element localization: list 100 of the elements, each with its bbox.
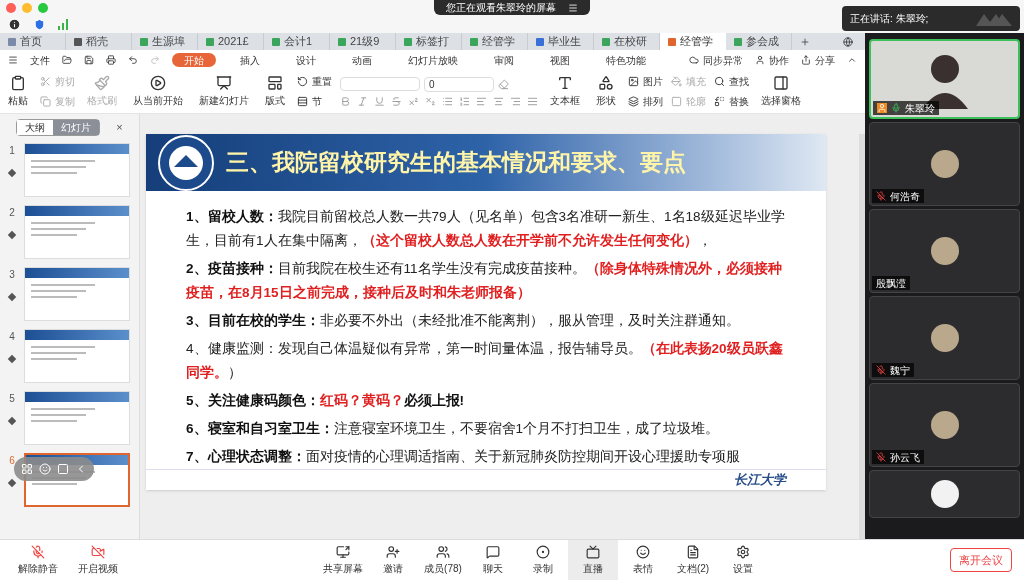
ribbon-icon [297,76,308,87]
slide-thumbnail[interactable] [24,205,130,259]
menu-action[interactable]: 同步异常 [689,52,743,68]
avatar [930,411,959,439]
open-icon[interactable] [62,55,72,65]
ribbon-button[interactable]: 排列 [628,94,663,109]
ribbon-button[interactable]: 粘贴 [4,75,32,108]
font-size-field[interactable]: 0 [424,76,494,92]
bold-icon[interactable] [340,95,351,107]
strikethrough-icon[interactable] [391,95,402,107]
eraser-icon[interactable] [498,78,509,90]
toolbar-icon [536,544,550,559]
menu-tab[interactable]: 审阅 [482,53,526,67]
ribbon-icon [671,96,682,107]
avatar [930,150,959,178]
menu-tab[interactable]: 动画 [340,53,384,67]
toolbar-button[interactable]: 录制 [518,540,568,580]
document-tab[interactable]: 经管学 [660,33,726,50]
toolbar-button[interactable]: 解除静音 [8,544,68,576]
print-icon[interactable] [106,55,116,65]
ribbon-button[interactable]: 图片 [628,74,663,89]
toolbar-button[interactable]: 直播 [568,540,618,580]
minimize-window-icon[interactable] [22,2,32,13]
menu-tab[interactable]: 视图 [538,53,582,67]
ribbon-button[interactable]: 从当前开始 [129,75,187,108]
slide-thumbnail[interactable] [24,329,130,383]
bullet-list-icon[interactable] [442,95,453,107]
speaking-text: 正在讲话: 朱翠玲; [850,12,929,26]
shield-icon[interactable] [33,17,46,31]
new-tab-icon[interactable] [800,36,810,47]
ribbon-button[interactable]: 替换 [714,94,749,109]
slide-text: 2、疫苗接种：目前我院在校生还有11名学生没有完成疫苗接种。（除身体特殊情况外，必须接种疫苗，在8月15日之前完成，接种后及时和朱老师报备） [186,260,783,303]
undo-icon[interactable] [128,55,138,65]
ribbon-button[interactable]: 形状 [592,75,620,108]
toolbar-button[interactable]: 开启视频 [68,544,128,576]
ribbon-button[interactable]: 查找 [714,74,749,89]
document-icon [140,37,148,46]
italic-icon[interactable] [357,95,368,107]
ribbon-button[interactable]: 文本框 [546,75,584,108]
align-center-icon[interactable] [493,95,504,107]
toolbar-button[interactable]: 文档(2) [668,540,718,580]
menu-tab[interactable]: 设计 [284,53,328,67]
save-icon[interactable] [84,55,94,65]
toolbar-button[interactable]: 共享屏幕 [318,540,368,580]
toolbar-button[interactable]: 邀请 [368,540,418,580]
close-window-icon[interactable] [6,2,16,13]
document-icon [536,37,544,46]
slide-number: 1 [9,144,15,158]
menu-tab[interactable]: 特色功能 [594,53,658,67]
banner-text: 您正在观看朱翠玲的屏幕 [446,1,556,15]
menu-icon[interactable] [8,55,18,65]
ribbon-icon [297,96,308,107]
ribbon-icon [773,75,789,91]
justify-icon[interactable] [527,95,538,107]
ribbon-button[interactable]: 重置 [297,74,332,89]
toolbar-button[interactable]: 设置 [718,540,768,580]
ribbon-icon [150,75,166,91]
toolbar-icon [686,544,700,559]
toolbar-button[interactable]: 聊天 [468,540,518,580]
participant-name: 殷飘滢 [876,276,906,291]
underline-icon[interactable] [374,95,385,107]
panel-tab[interactable]: 大纲 [17,120,54,135]
superscript-icon[interactable] [408,95,419,107]
slide-thumbnail[interactable] [24,267,130,321]
ribbon-button[interactable]: 新建幻灯片 [195,75,253,108]
maximize-window-icon[interactable] [38,2,48,13]
slide-text: 6、寝室和自习室卫生：注意寝室环境卫生，不要宿舍1个月不打扫卫生，成了垃圾堆。 [186,420,721,439]
font-name-field[interactable] [340,77,420,91]
file-menu[interactable]: 文件 [30,52,50,68]
slide-thumbnail[interactable] [24,391,130,445]
info-icon[interactable] [8,17,21,31]
slide-thumbnail[interactable] [24,143,130,197]
subscript-icon[interactable] [425,95,436,107]
share-icon [801,55,811,65]
toolbar-icon [486,544,500,559]
menu-action[interactable]: 分享 [801,52,835,68]
ribbon-icon [267,75,283,91]
participant-name: 孙云飞 [890,450,920,465]
signal-icon[interactable] [58,18,70,30]
close-button[interactable]: × [116,119,123,136]
ribbon-button[interactable]: 节 [297,94,332,109]
menu-tab[interactable]: 插入 [228,53,272,67]
menu-tab[interactable]: 幻灯片放映 [396,53,470,67]
globe-icon[interactable] [843,36,853,47]
muted-mic-icon [31,544,45,559]
document-icon [272,37,280,46]
align-right-icon[interactable] [510,95,521,107]
ribbon-button[interactable]: 版式 [261,75,289,108]
align-left-icon[interactable] [476,95,487,107]
leave-meeting-button[interactable]: 离开会议 [950,548,1012,572]
ribbon-button[interactable]: 选择窗格 [757,75,805,108]
menu-action[interactable]: 协作 [755,52,789,68]
redo-icon[interactable] [150,55,160,65]
collapse-icon[interactable] [847,55,857,65]
toolbar-button[interactable]: 成员(78) [418,540,468,580]
numbered-list-icon[interactable] [459,95,470,107]
menu-icon[interactable] [568,2,578,13]
toolbar-button[interactable]: 表情 [618,540,668,580]
ribbon-icon [714,96,725,107]
participant-name: 魏宁 [890,363,910,378]
